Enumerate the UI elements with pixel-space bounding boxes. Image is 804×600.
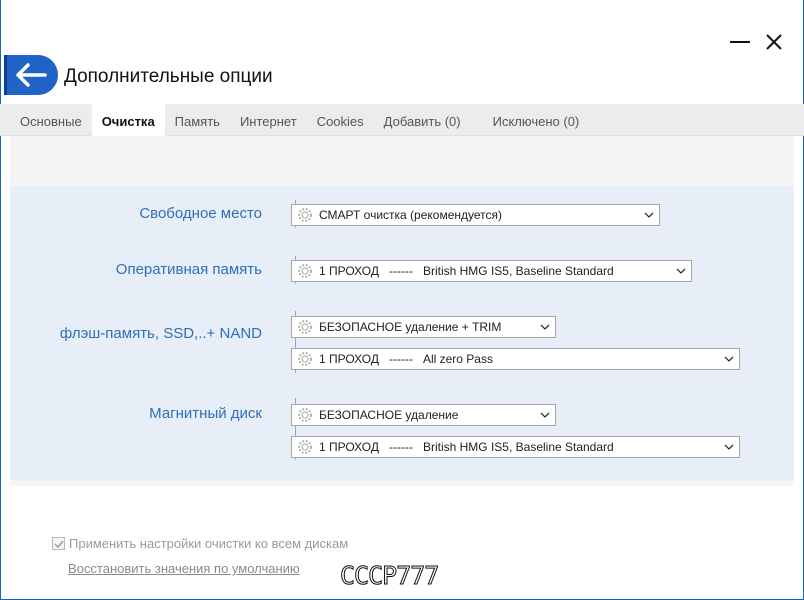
chevron-down-icon <box>535 317 555 337</box>
chevron-down-icon <box>535 405 555 425</box>
watermark: СССР777 <box>340 562 440 588</box>
magnetic-method-select[interactable]: БЕЗОПАСНОЕ удаление <box>291 404 556 426</box>
flash-pass-value: 1 ПРОХОД ------ All zero Pass <box>319 352 493 366</box>
tab-cleaning[interactable]: Очистка <box>91 103 165 136</box>
minimize-button[interactable] <box>726 28 754 56</box>
magnetic-pass-select[interactable]: 1 ПРОХОД ------ British HMG IS5, Baselin… <box>291 436 740 458</box>
tab-bar: Основные Очистка Память Интернет Cookies… <box>0 103 804 136</box>
flash-label: флэш-память, SSD,..+ NAND <box>59 325 262 342</box>
free-space-select[interactable]: СМАРТ очистка (рекомендуется) <box>291 204 660 226</box>
gear-icon <box>294 261 316 281</box>
gear-icon <box>294 349 316 369</box>
wipe-settings-panel: Свободное место СМАРТ очистка (рекоменду… <box>10 186 794 480</box>
back-arrow-icon <box>16 63 47 87</box>
flash-method-value: БЕЗОПАСНОЕ удаление + TRIM <box>319 320 502 334</box>
minimize-icon <box>730 41 750 43</box>
tab-cookies[interactable]: Cookies <box>307 104 374 136</box>
apply-all-disks-option: Применить настройки очистки ко всем диск… <box>52 536 348 551</box>
chevron-down-icon <box>719 349 739 369</box>
gear-icon <box>294 437 316 457</box>
apply-all-label: Применить настройки очистки ко всем диск… <box>69 536 349 551</box>
close-button[interactable] <box>760 28 788 56</box>
free-space-label: Свободное место <box>139 205 262 222</box>
chevron-down-icon <box>719 437 739 457</box>
ram-select[interactable]: 1 ПРОХОД ------ British HMG IS5, Baselin… <box>291 260 692 282</box>
apply-all-checkbox[interactable] <box>52 537 65 550</box>
checkmark-icon <box>53 540 64 548</box>
gear-icon <box>294 205 316 225</box>
magnetic-label: Магнитный диск <box>149 405 262 422</box>
page-title: Дополнительные опции <box>64 66 273 87</box>
gear-icon <box>294 405 316 425</box>
magnetic-pass-value: 1 ПРОХОД ------ British HMG IS5, Baselin… <box>319 440 614 454</box>
close-icon <box>766 34 782 50</box>
flash-method-select[interactable]: БЕЗОПАСНОЕ удаление + TRIM <box>291 316 556 338</box>
gear-icon <box>294 317 316 337</box>
flash-pass-select[interactable]: 1 ПРОХОД ------ All zero Pass <box>291 348 740 370</box>
ram-label: Оперативная память <box>115 261 262 278</box>
tab-memory[interactable]: Память <box>165 104 230 136</box>
svg-text:СССР777: СССР777 <box>340 562 438 588</box>
magnetic-method-value: БЕЗОПАСНОЕ удаление <box>319 408 459 422</box>
tab-internet[interactable]: Интернет <box>230 104 307 136</box>
chevron-down-icon <box>639 205 659 225</box>
tab-excluded[interactable]: Исключено (0) <box>483 104 590 136</box>
ram-select-value: 1 ПРОХОД ------ British HMG IS5, Baselin… <box>319 264 614 278</box>
free-space-select-value: СМАРТ очистка (рекомендуется) <box>319 208 502 222</box>
restore-defaults-link[interactable]: Восстановить значения по умолчанию <box>68 561 300 576</box>
back-button-stripe <box>4 55 7 95</box>
tab-basic[interactable]: Основные <box>10 104 92 136</box>
tab-add[interactable]: Добавить (0) <box>374 104 471 136</box>
chevron-down-icon <box>671 261 691 281</box>
back-button[interactable] <box>4 55 58 95</box>
